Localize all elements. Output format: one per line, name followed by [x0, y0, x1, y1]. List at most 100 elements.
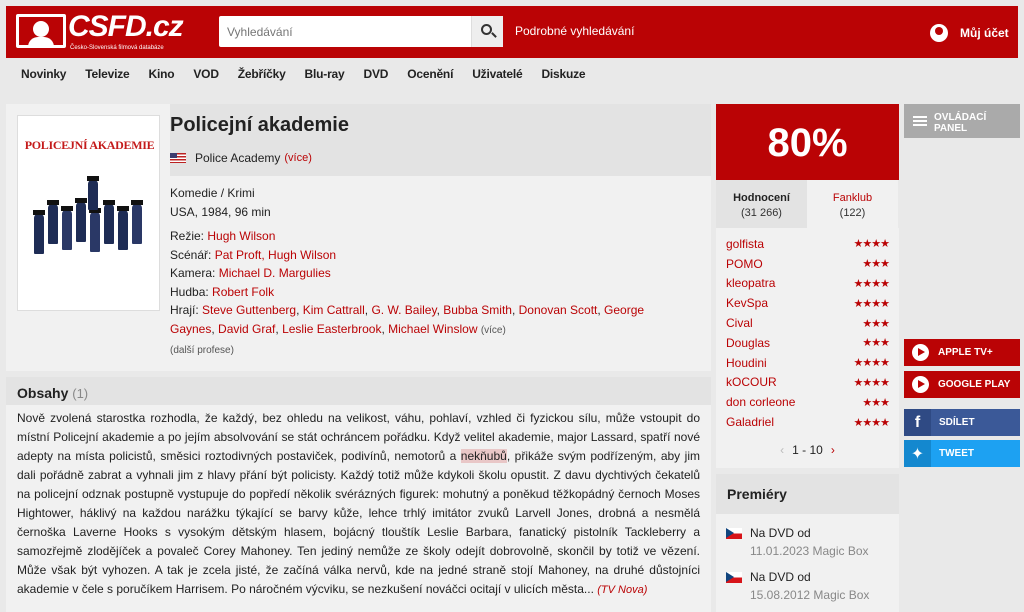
cast-link[interactable]: Kim Cattrall — [303, 303, 365, 317]
tab-ratings[interactable]: Hodnocení (31 266) — [716, 180, 807, 228]
cast-link[interactable]: David Graf — [218, 322, 275, 336]
film-title-bar: Policejní akademie Police Academy (více) — [170, 104, 711, 176]
next-page-button[interactable]: › — [831, 443, 835, 457]
more-titles-link[interactable]: (více) — [284, 152, 312, 164]
rating-user-link[interactable]: Galadriel — [726, 415, 774, 429]
rating-user-link[interactable]: kleopatra — [726, 276, 775, 290]
play-icon — [912, 376, 929, 393]
nav-item-novinky[interactable]: Novinky — [21, 67, 66, 81]
nav-item-kino[interactable]: Kino — [149, 67, 175, 81]
poster-image — [30, 174, 150, 274]
nav-item-zebricky[interactable]: Žebříčky — [238, 67, 286, 81]
premiere-item: Na DVD od 11.01.2023 Magic Box — [716, 526, 899, 558]
tab-ratings-label: Hodnocení — [733, 192, 790, 204]
rating-stars: ★★★★ — [853, 416, 890, 429]
nav-item-uzivatele[interactable]: Uživatelé — [472, 67, 522, 81]
nav-item-dvd[interactable]: DVD — [364, 67, 389, 81]
cast-more-link[interactable]: (více) — [481, 325, 506, 336]
control-panel-label: OVLÁDACÍ PANEL — [934, 112, 987, 134]
facebook-icon: f — [904, 409, 931, 436]
original-title: Police Academy — [195, 151, 281, 165]
rating-row: POMO ★★★ — [726, 254, 890, 274]
tweet-label: TWEET — [939, 448, 974, 459]
rating-user-link[interactable]: Cival — [726, 316, 753, 330]
rating-user-link[interactable]: kOCOUR — [726, 375, 777, 389]
camera-link[interactable]: Michael D. Margulies — [219, 266, 331, 280]
advanced-search-link[interactable]: Podrobné vyhledávání — [515, 24, 634, 38]
cast-link[interactable]: G. W. Bailey — [371, 303, 436, 317]
nav-item-televize[interactable]: Televize — [85, 67, 129, 81]
twitter-icon: ✦ — [904, 440, 931, 467]
premiere-date: 15.08.2012 Magic Box — [750, 588, 870, 602]
film-info: Komedie / Krimi USA, 1984, 96 min Režie:… — [170, 184, 690, 361]
nav-item-diskuze[interactable]: Diskuze — [541, 67, 585, 81]
site-logo[interactable]: CSFD.cz Česko-Slovenská filmová databáze — [16, 10, 186, 54]
ratings-pager: ‹ 1 - 10 › — [716, 438, 899, 464]
account-menu[interactable]: Můj účet — [930, 24, 1009, 42]
cast-link[interactable]: Steve Guttenberg — [202, 303, 296, 317]
plot-text: Nově zvolená starostka rozhodla, že každ… — [17, 409, 700, 600]
apple-tv-label: APPLE TV+ — [938, 347, 993, 358]
plot-section: Obsahy (1) Nově zvolená starostka rozhod… — [6, 377, 711, 612]
prev-page-button[interactable]: ‹ — [780, 443, 784, 457]
rating-user-link[interactable]: Houdini — [726, 356, 767, 370]
premieres-heading: Premiéry — [716, 474, 899, 514]
rating-row: KevSpa ★★★★ — [726, 293, 890, 313]
rating-user-link[interactable]: golfista — [726, 237, 764, 251]
rating-row: golfista ★★★★ — [726, 234, 890, 254]
search-input[interactable] — [219, 16, 469, 47]
plot-text-part: , přikáže svým podřízeným, aby jim dali … — [17, 449, 700, 596]
music-label: Hudba: — [170, 284, 209, 299]
film-genre: Komedie / Krimi — [170, 186, 255, 200]
music-row: Hudba: Robert Folk — [170, 283, 690, 302]
search-button[interactable] — [471, 16, 503, 47]
director-label: Režie: — [170, 229, 205, 243]
rating-row: Galadriel ★★★★ — [726, 412, 890, 432]
plot-highlight: nekňubů — [460, 449, 507, 463]
film-poster[interactable]: POLICEJNÍ AKADEMIE — [17, 115, 160, 311]
camera-row: Kamera: Michael D. Margulies — [170, 264, 690, 283]
google-play-button[interactable]: GOOGLE PLAY — [904, 371, 1020, 398]
writer-links[interactable]: Pat Proft, Hugh Wilson — [215, 248, 336, 262]
more-professions-link[interactable]: (další profese) — [170, 345, 234, 356]
premiere-label: Na DVD od — [750, 570, 811, 584]
cast-link[interactable]: Michael Winslow — [388, 322, 477, 336]
rating-user-link[interactable]: don corleone — [726, 395, 795, 409]
tab-fanclub-count: (122) — [839, 207, 866, 219]
cast-link[interactable]: Leslie Easterbrook — [282, 322, 381, 336]
original-title-row: Police Academy (více) — [170, 151, 312, 165]
rating-stars: ★★★ — [862, 396, 890, 409]
rating-user-link[interactable]: Douglas — [726, 336, 770, 350]
plot-source-link[interactable]: (TV Nova) — [597, 584, 647, 596]
facebook-share-button[interactable]: f SDÍLET — [904, 409, 1020, 436]
camera-label: Kamera: — [170, 266, 216, 280]
nav-item-vod[interactable]: VOD — [193, 67, 219, 81]
share-label: SDÍLET — [939, 417, 975, 428]
cast-link[interactable]: Bubba Smith — [443, 303, 512, 317]
writer-label: Scénář: — [170, 247, 212, 262]
director-link[interactable]: Hugh Wilson — [207, 229, 275, 243]
cast-row: Hrají: Steve Guttenberg, Kim Cattrall, G… — [170, 303, 645, 336]
menu-icon — [913, 116, 927, 126]
tweet-button[interactable]: ✦ TWEET — [904, 440, 1020, 467]
rating-stars: ★★★★ — [853, 297, 890, 310]
rating-user-link[interactable]: KevSpa — [726, 296, 768, 310]
control-panel-button[interactable]: OVLÁDACÍ PANEL — [904, 104, 1020, 138]
tab-fanclub-label: Fanklub — [832, 192, 873, 204]
film-reel-icon — [16, 14, 66, 48]
premiere-date: 11.01.2023 Magic Box — [750, 544, 869, 558]
cast-link[interactable]: Donovan Scott — [519, 303, 598, 317]
rating-stars: ★★★★ — [853, 238, 890, 251]
premieres-section: Premiéry Na DVD od 11.01.2023 Magic Box … — [716, 474, 899, 612]
tab-fanclub[interactable]: Fanklub (122) — [807, 180, 898, 228]
apple-tv-button[interactable]: APPLE TV+ — [904, 339, 1020, 366]
nav-item-bluray[interactable]: Blu-ray — [305, 67, 345, 81]
rating-tabs: Hodnocení (31 266) Fanklub (122) — [716, 180, 899, 228]
premiere-item: Na DVD od 15.08.2012 Magic Box — [716, 570, 899, 602]
rating-score: 80% — [716, 104, 899, 180]
nav-item-oceneni[interactable]: Ocenění — [407, 67, 453, 81]
rating-user-link[interactable]: POMO — [726, 257, 763, 271]
rating-stars: ★★★★ — [853, 357, 890, 370]
music-link[interactable]: Robert Folk — [212, 285, 274, 299]
rating-stars: ★★★ — [862, 337, 890, 350]
